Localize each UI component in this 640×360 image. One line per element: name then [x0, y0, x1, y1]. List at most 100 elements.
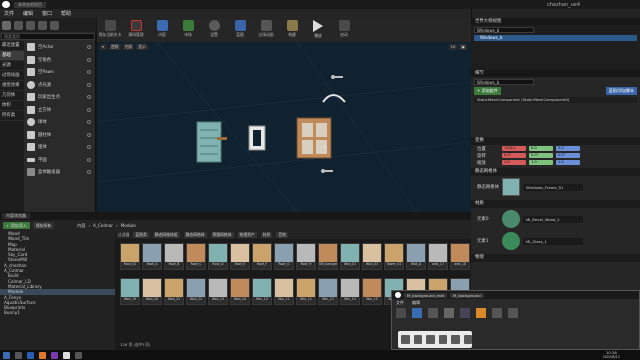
material-thumbnail[interactable] — [502, 210, 520, 228]
filter-tab[interactable]: 蓝图类 — [133, 232, 149, 238]
menu-edit[interactable]: 编辑 — [23, 10, 33, 17]
app-icon[interactable] — [39, 351, 46, 359]
place-item[interactable]: 点光源 — [25, 79, 95, 92]
place-item[interactable]: 球体 — [25, 116, 95, 129]
window-preview-icon[interactable] — [438, 335, 447, 344]
asset-thumbnail[interactable]: Wall_21 — [164, 278, 184, 305]
asset-thumbnail[interactable]: Roof_G — [274, 243, 294, 270]
cinematics-button[interactable]: 过场动画 — [255, 20, 277, 38]
perspective-button[interactable]: 透视 — [109, 43, 121, 50]
material-selector[interactable]: MI_Glass_1 — [523, 237, 583, 245]
cat-all-classes[interactable]: 所有类 — [0, 111, 24, 121]
cat-volumes[interactable]: 体积 — [0, 101, 24, 111]
live-nodes-icon[interactable] — [492, 308, 502, 318]
asset-thumbnail[interactable]: Wall_20 — [142, 278, 162, 305]
save-level-button[interactable]: 保存当前关卡 — [99, 20, 121, 38]
section-materials[interactable]: 材质 — [471, 200, 640, 208]
unreal-taskbar-icon[interactable] — [63, 351, 70, 359]
actor-name-field[interactable]: Windows_b — [474, 79, 534, 85]
location-x[interactable]: -500.0 — [502, 146, 526, 151]
section-physics[interactable]: 物理 — [471, 254, 640, 262]
build-button[interactable]: 构建 — [281, 20, 303, 38]
material-tab[interactable]: M_background_mat — [404, 292, 448, 298]
material-selector[interactable]: MI_Bevel_Wood_2 — [523, 215, 583, 223]
show-button[interactable]: 显示 — [136, 43, 148, 50]
camera-speed-button[interactable]: ▣ — [459, 43, 467, 50]
paint-mode-icon[interactable] — [14, 20, 23, 30]
photoshop-icon[interactable] — [27, 351, 34, 359]
foliage-mode-icon[interactable] — [38, 20, 47, 30]
asset-thumbnail[interactable]: Roof_A — [142, 243, 162, 270]
blueprints-button[interactable]: 蓝图 — [229, 20, 251, 38]
section-transform[interactable]: 变换 — [471, 137, 640, 145]
material-menu-edit[interactable]: 编辑 — [412, 300, 420, 306]
filter-tab[interactable]: 静态网格体 — [183, 232, 207, 238]
asset-thumbnail[interactable]: Win_11 — [274, 278, 294, 305]
place-mode-icon[interactable] — [2, 20, 11, 30]
window-preview-icon[interactable] — [463, 335, 472, 344]
content-button[interactable]: 内容 — [151, 20, 173, 38]
place-item[interactable]: 圆柱体 — [25, 129, 95, 142]
marketplace-button[interactable]: 市场 — [177, 20, 199, 38]
place-item[interactable]: 空Actor — [25, 41, 95, 54]
scale-z[interactable]: 1.0 — [556, 160, 580, 165]
asset-thumbnail[interactable]: Wall_03 — [362, 243, 382, 270]
asset-thumbnail[interactable]: wall_17 — [428, 243, 448, 270]
content-browser-tab[interactable]: 内容浏览器 — [2, 213, 30, 219]
filter-tab[interactable]: 静态网格体组 — [152, 232, 180, 238]
asset-thumbnail[interactable]: wall_18 — [450, 243, 470, 270]
cat-visual-effects[interactable]: 视觉效果 — [0, 81, 24, 91]
cat-cinematic[interactable]: 过场动画 — [0, 71, 24, 81]
filter-tab[interactable]: 材质 — [260, 232, 273, 238]
asset-thumbnail[interactable]: Wall_19 — [120, 278, 140, 305]
browse-icon[interactable] — [412, 308, 422, 318]
path-crumb[interactable]: Module — [121, 223, 136, 228]
path-crumb[interactable]: 内容 — [77, 223, 85, 229]
component-row[interactable]: StaticMeshComponent (StaticMeshComponent… — [474, 97, 637, 103]
settings-button[interactable]: 设置 — [203, 20, 225, 38]
stats-icon[interactable] — [508, 308, 518, 318]
geometry-mode-icon[interactable] — [50, 20, 59, 30]
folder-icon[interactable] — [75, 351, 82, 359]
rotation-y[interactable]: 0.0° — [529, 153, 553, 158]
place-item[interactable]: 空Pawn — [25, 66, 95, 79]
launch-button[interactable]: 启动 — [333, 20, 355, 38]
asset-thumbnail[interactable]: Win_13 — [318, 278, 338, 305]
asset-thumbnail[interactable]: Tower_02 — [384, 243, 404, 270]
play-button[interactable]: 播放 — [307, 20, 329, 39]
asset-thumbnail[interactable]: Roof_C — [186, 243, 206, 270]
asset-thumbnail[interactable]: Roof_02 — [120, 243, 140, 270]
save-all-button[interactable]: 保存所有 — [32, 222, 55, 229]
level-viewport[interactable] — [97, 42, 471, 212]
scale-x[interactable]: 1.0 — [502, 160, 526, 165]
outliner-search-input[interactable]: Windows_b — [474, 27, 534, 33]
asset-thumbnail[interactable]: Roof_D — [208, 243, 228, 270]
place-item[interactable]: 盒体触发器 — [25, 166, 95, 179]
cat-recent[interactable]: 最近放置 — [0, 41, 24, 51]
asset-thumbnail[interactable]: SM_background — [318, 243, 338, 270]
viewport-options-button[interactable]: ▾ — [100, 43, 107, 50]
place-item[interactable]: 空角色 — [25, 54, 95, 67]
rotation-x[interactable]: 0.0° — [502, 153, 526, 158]
window-preview-icon[interactable] — [401, 335, 410, 344]
add-import-button[interactable]: + 添加/导入 — [3, 222, 30, 229]
asset-thumbnail[interactable]: Roof_F — [252, 243, 272, 270]
cat-basic[interactable]: 基础 — [0, 51, 24, 61]
asset-thumbnail[interactable]: Roof_E — [230, 243, 250, 270]
asset-thumbnail[interactable]: Win_10 — [252, 278, 272, 305]
material-tab[interactable]: M_background — [450, 292, 484, 298]
asset-thumbnail[interactable]: Wall_23 — [208, 278, 228, 305]
outliner-row[interactable]: Windows_b — [474, 35, 637, 41]
scale-y[interactable]: 1.0 — [529, 160, 553, 165]
asset-thumbnail[interactable]: Wall_A — [406, 243, 426, 270]
home-icon[interactable] — [460, 308, 470, 318]
material-thumbnail[interactable] — [502, 232, 520, 250]
filter-tab[interactable]: 骨骼网格体 — [210, 232, 234, 238]
start-icon[interactable] — [3, 351, 10, 359]
cat-geometry[interactable]: 几何体 — [0, 91, 24, 101]
grid-snap-button[interactable]: 10 — [448, 43, 458, 50]
filter-tab[interactable]: 音效 — [276, 232, 288, 238]
place-item[interactable]: 锥体 — [25, 141, 95, 154]
asset-thumbnail[interactable]: Win_12 — [296, 278, 316, 305]
blueprint-script-button[interactable]: 蓝图/添加脚本 — [605, 87, 637, 95]
